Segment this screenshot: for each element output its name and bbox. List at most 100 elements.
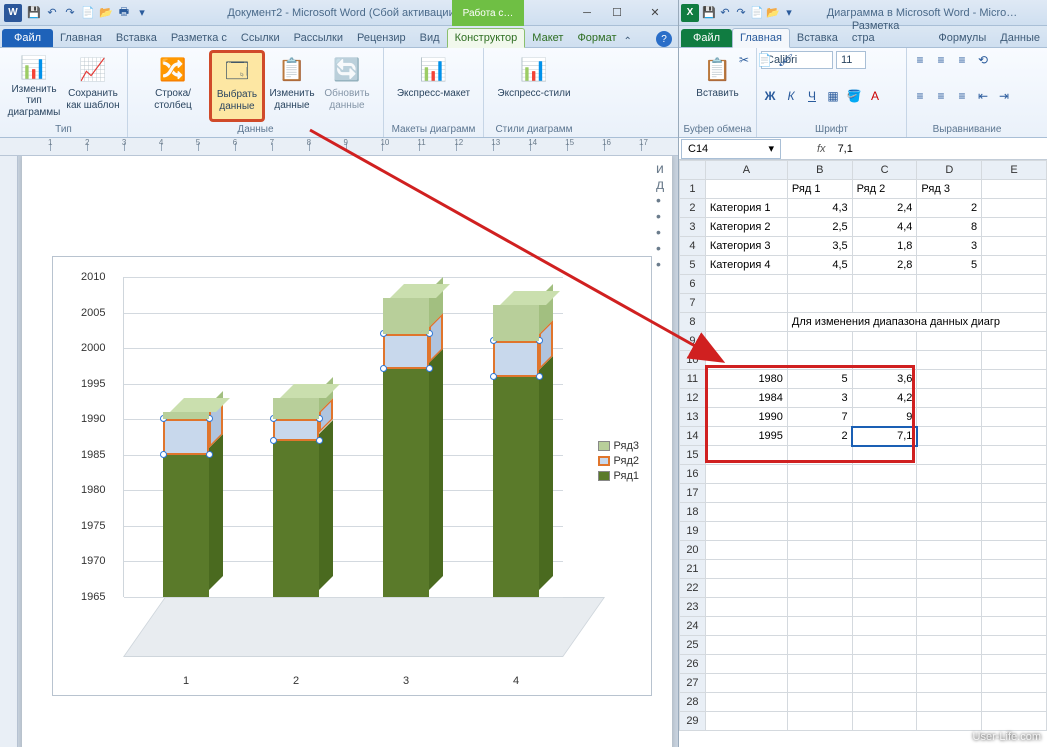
tab-home[interactable]: Главная	[53, 29, 109, 47]
cell[interactable]: 3,6	[852, 370, 917, 389]
qat-open-icon[interactable]: 📂	[98, 5, 114, 21]
row-header[interactable]: 27	[680, 674, 706, 693]
cell[interactable]: 1980	[705, 370, 787, 389]
legend-item[interactable]: Ряд3	[598, 440, 639, 452]
qat-redo-icon[interactable]: ↷	[62, 5, 78, 21]
close-button[interactable]: ✕	[632, 3, 678, 23]
border-icon[interactable]: ▦	[824, 87, 842, 105]
worksheet[interactable]: A B C D E 1Ряд 1Ряд 2Ряд 3 2Категория 14…	[679, 160, 1047, 747]
row-header[interactable]: 20	[680, 541, 706, 560]
tab-mailings[interactable]: Рассылки	[287, 29, 350, 47]
formula-bar[interactable]: 7,1	[832, 143, 1047, 155]
bold-icon[interactable]: Ж	[761, 87, 779, 105]
qat-undo-icon[interactable]: ↶	[44, 5, 60, 21]
cell[interactable]: Ряд 1	[787, 180, 852, 199]
tab-formulas[interactable]: Формулы	[931, 29, 993, 47]
qat-save-icon[interactable]: 💾	[26, 5, 42, 21]
font-size-select[interactable]: 11	[836, 51, 866, 69]
align-top-icon[interactable]: ≡	[911, 51, 929, 69]
qat-redo-icon[interactable]: ↷	[733, 5, 749, 21]
legend-item[interactable]: Ряд1	[598, 470, 639, 482]
row-header[interactable]: 23	[680, 598, 706, 617]
chart-bar[interactable]	[273, 277, 319, 597]
align-mid-icon[interactable]: ≡	[932, 51, 950, 69]
cell[interactable]: 8	[917, 218, 982, 237]
row-header[interactable]: 18	[680, 503, 706, 522]
tab-view[interactable]: Вид	[413, 29, 447, 47]
qat-undo-icon[interactable]: ↶	[717, 5, 733, 21]
qat-new-icon[interactable]: 📄	[80, 5, 96, 21]
legend-item[interactable]: Ряд2	[598, 455, 639, 467]
col-header-D[interactable]: D	[917, 161, 982, 180]
underline-icon[interactable]: Ч	[803, 87, 821, 105]
cell-selected[interactable]: 7,1	[852, 427, 917, 446]
tab-home[interactable]: Главная	[732, 28, 790, 48]
tab-pagelayout[interactable]: Разметка стра	[845, 17, 932, 47]
change-chart-type-button[interactable]: 📊 Изменить тип диаграммы	[5, 51, 63, 121]
switch-row-column-button[interactable]: 🔀 Строка/столбец	[137, 51, 209, 121]
cell[interactable]: Категория 4	[705, 256, 787, 275]
font-color-icon[interactable]: A	[866, 87, 884, 105]
vertical-ruler[interactable]	[0, 156, 18, 747]
cell[interactable]: 5	[787, 370, 852, 389]
align-right-icon[interactable]: ≡	[953, 87, 971, 105]
italic-icon[interactable]: К	[782, 87, 800, 105]
fill-color-icon[interactable]: 🪣	[845, 87, 863, 105]
cell[interactable]: 3,5	[787, 237, 852, 256]
cut-icon[interactable]: ✂	[735, 51, 753, 69]
cell[interactable]: 7	[787, 408, 852, 427]
tab-file[interactable]: Файл	[681, 29, 732, 47]
row-header[interactable]: 9	[680, 332, 706, 351]
cell[interactable]: 4,5	[787, 256, 852, 275]
row-header[interactable]: 24	[680, 617, 706, 636]
select-all-button[interactable]	[680, 161, 706, 180]
cell[interactable]: Ряд 3	[917, 180, 982, 199]
tab-insert[interactable]: Вставка	[790, 29, 845, 47]
cell[interactable]: 5	[917, 256, 982, 275]
row-header[interactable]: 21	[680, 560, 706, 579]
tab-file[interactable]: Файл	[2, 29, 53, 47]
tab-layout[interactable]: Разметка с	[164, 29, 234, 47]
cell[interactable]: 2	[917, 199, 982, 218]
col-header-C[interactable]: C	[852, 161, 917, 180]
row-header[interactable]: 4	[680, 237, 706, 256]
row-header[interactable]: 7	[680, 294, 706, 313]
cell[interactable]: Категория 2	[705, 218, 787, 237]
copy-icon[interactable]: 📄	[756, 51, 774, 69]
save-template-button[interactable]: 📈 Сохранить как шаблон	[64, 51, 122, 121]
row-header[interactable]: 10	[680, 351, 706, 370]
horizontal-ruler[interactable]: 1234567891011121314151617	[0, 138, 678, 156]
cell[interactable]: 1984	[705, 389, 787, 408]
row-header[interactable]: 1	[680, 180, 706, 199]
col-header-E[interactable]: E	[982, 161, 1047, 180]
cell[interactable]: 1995	[705, 427, 787, 446]
fx-icon[interactable]: fx	[817, 143, 826, 155]
orient-icon[interactable]: ⟲	[974, 51, 992, 69]
cell[interactable]: 3	[787, 389, 852, 408]
cell[interactable]: 1990	[705, 408, 787, 427]
maximize-button[interactable]: ☐	[602, 3, 632, 23]
name-box[interactable]: C14▾	[681, 139, 781, 159]
qat-save-icon[interactable]: 💾	[701, 5, 717, 21]
tab-insert[interactable]: Вставка	[109, 29, 164, 47]
collapse-ribbon-icon[interactable]: ⌃	[624, 36, 632, 47]
cell[interactable]: 1,8	[852, 237, 917, 256]
dropdown-icon[interactable]: ▾	[768, 142, 774, 155]
align-left-icon[interactable]: ≡	[911, 87, 929, 105]
tab-chartlayout[interactable]: Макет	[525, 29, 570, 47]
refresh-data-button[interactable]: 🔄 Обновить данные	[320, 51, 374, 121]
tab-data[interactable]: Данные	[993, 29, 1047, 47]
row-header[interactable]: 11	[680, 370, 706, 389]
col-header-B[interactable]: B	[787, 161, 852, 180]
row-header[interactable]: 12	[680, 389, 706, 408]
cell[interactable]: Категория 3	[705, 237, 787, 256]
row-header[interactable]: 28	[680, 693, 706, 712]
indent-inc-icon[interactable]: ⇥	[995, 87, 1013, 105]
cell[interactable]: 9	[852, 408, 917, 427]
cell[interactable]: 4,4	[852, 218, 917, 237]
tab-references[interactable]: Ссылки	[234, 29, 287, 47]
cell[interactable]: 4,3	[787, 199, 852, 218]
format-painter-icon[interactable]: 🖌	[777, 51, 795, 69]
chart-legend[interactable]: Ряд3 Ряд2 Ряд1	[598, 437, 639, 485]
cell[interactable]: Ряд 2	[852, 180, 917, 199]
